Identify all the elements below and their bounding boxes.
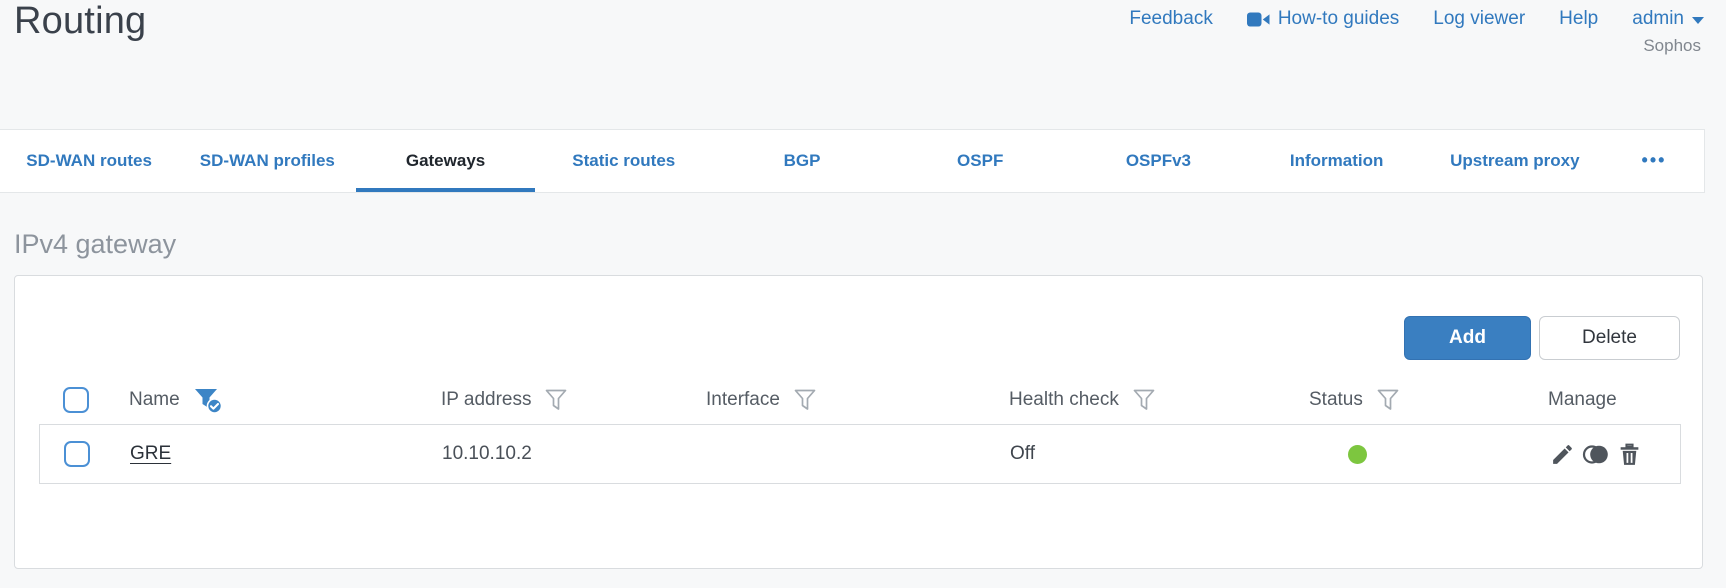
tab-sd-wan-routes[interactable]: SD-WAN routes: [0, 130, 178, 192]
column-header-ip-address: IP address: [441, 386, 568, 414]
gateway-table: GRE 10.10.10.2 Off: [39, 424, 1681, 484]
help-label: Help: [1559, 8, 1599, 29]
delete-button[interactable]: Delete: [1539, 316, 1680, 360]
delete-icon[interactable]: [1617, 442, 1642, 467]
admin-label: admin: [1632, 8, 1684, 29]
feedback-label: Feedback: [1129, 8, 1213, 29]
interface-column-label: Interface: [706, 389, 780, 410]
gateway-manage-cell: [1550, 425, 1642, 483]
column-header-status: Status: [1309, 386, 1400, 414]
tab-static-routes[interactable]: Static routes: [535, 130, 713, 192]
log-viewer-link[interactable]: Log viewer: [1433, 8, 1525, 30]
ip-address-column-label: IP address: [441, 389, 532, 410]
help-link[interactable]: Help: [1559, 8, 1598, 30]
status-up-dot: [1348, 444, 1367, 464]
tab-gateways[interactable]: Gateways: [356, 130, 535, 192]
row-select-cell: [64, 425, 90, 483]
column-header-health-check: Health check: [1009, 386, 1156, 414]
chevron-down-icon: [1692, 17, 1704, 24]
name-column-label: Name: [129, 389, 180, 410]
how-to-guides-label: How-to guides: [1277, 8, 1400, 29]
tab-bgp[interactable]: BGP: [713, 130, 891, 192]
delete-button-label: Delete: [1582, 327, 1637, 348]
video-camera-icon: [1246, 11, 1270, 28]
tab-ospf[interactable]: OSPF: [891, 130, 1069, 192]
manage-column-label: Manage: [1548, 389, 1617, 410]
deactivate-icon[interactable]: [1582, 442, 1610, 467]
top-nav: Feedback How-to guides Log viewer Help a…: [1129, 8, 1704, 30]
gateway-ip-cell: 10.10.10.2: [442, 443, 532, 464]
routing-tabs: SD-WAN routes SD-WAN profiles Gateways S…: [0, 129, 1705, 193]
tab-ospfv3[interactable]: OSPFv3: [1069, 130, 1247, 192]
gateway-name-cell: GRE: [130, 425, 171, 483]
log-viewer-label: Log viewer: [1433, 8, 1526, 29]
status-column-label: Status: [1309, 389, 1363, 410]
filter-icon[interactable]: [793, 388, 817, 412]
row-checkbox[interactable]: [64, 441, 90, 467]
admin-menu[interactable]: admin: [1632, 8, 1704, 30]
gateway-status-cell: [1348, 425, 1367, 483]
tab-upstream-proxy[interactable]: Upstream proxy: [1426, 130, 1604, 192]
table-row: GRE 10.10.10.2 Off: [40, 425, 1680, 483]
how-to-guides-link[interactable]: How-to guides: [1246, 8, 1400, 30]
column-header-interface: Interface: [706, 386, 817, 414]
page-title: Routing: [14, 0, 147, 42]
select-all-cell: [63, 386, 89, 414]
add-button[interactable]: Add: [1404, 316, 1531, 360]
filter-active-icon[interactable]: [193, 387, 223, 414]
filter-icon[interactable]: [1376, 388, 1400, 412]
select-all-checkbox[interactable]: [63, 387, 89, 413]
column-header-name: Name: [129, 386, 223, 414]
filter-icon[interactable]: [544, 388, 568, 412]
gateway-name-link[interactable]: GRE: [130, 443, 171, 465]
add-button-label: Add: [1449, 327, 1486, 348]
edit-icon[interactable]: [1550, 442, 1575, 467]
filter-icon[interactable]: [1132, 388, 1156, 412]
routing-page: Routing Feedback How-to guides Log viewe…: [0, 0, 1726, 588]
ipv4-gateway-panel: Add Delete Name IP address Interface Hea…: [14, 275, 1703, 569]
section-heading: IPv4 gateway: [14, 229, 177, 259]
feedback-link[interactable]: Feedback: [1129, 8, 1212, 30]
tab-more-menu[interactable]: •••: [1604, 130, 1704, 192]
tab-information[interactable]: Information: [1248, 130, 1426, 192]
health-check-column-label: Health check: [1009, 389, 1119, 410]
gateway-health-check-cell: Off: [1010, 443, 1035, 464]
tab-sd-wan-profiles[interactable]: SD-WAN profiles: [178, 130, 356, 192]
column-header-manage: Manage: [1548, 386, 1617, 414]
brand-name: Sophos: [1643, 36, 1701, 55]
